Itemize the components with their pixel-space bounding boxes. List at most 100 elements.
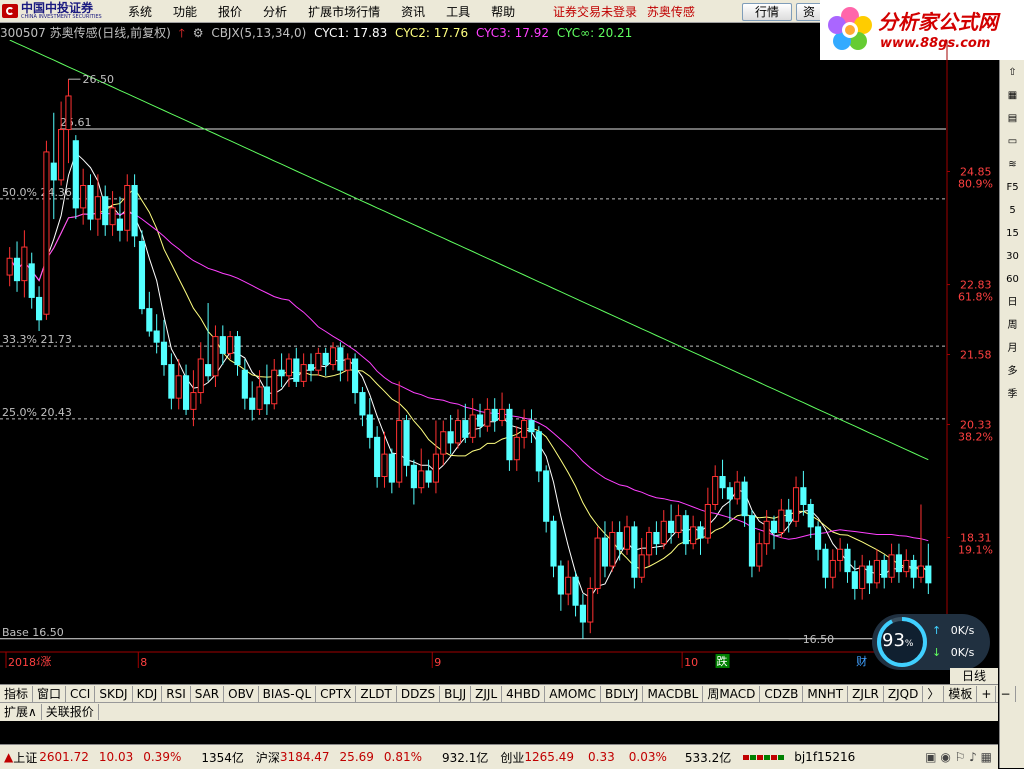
indicator-tab[interactable]: ZLDT [356,686,397,702]
toolbar-button[interactable]: 30 [1002,246,1024,267]
stock-code-title[interactable]: 300507 苏奥传感(日线,前复权) [0,26,171,40]
indicator-tab[interactable]: ZJLR [848,686,884,702]
candle-body [594,537,601,589]
candle-body [227,336,234,354]
gauge-up: ↑ 0K/s [932,624,974,637]
x-tick-label: 9 [434,656,441,668]
extension-tabs: 扩展∧ 关联报价 [0,702,998,721]
indicator-tab[interactable]: DDZS [397,686,441,702]
toolbar-button[interactable]: 5 [1002,200,1024,221]
indicator-tab[interactable]: 周MACD [703,686,761,702]
candle-body [866,565,873,584]
extension-tab[interactable]: 扩展∧ [0,704,42,720]
quote-button[interactable]: 行情 [742,3,792,21]
toolbar-button[interactable]: 60 [1002,269,1024,290]
menu-item[interactable]: 扩展市场行情 [308,3,380,20]
cyc3-value: CYC3: 17.92 [475,26,550,40]
indicator-tab[interactable]: CDZB [760,686,804,702]
toolbar-button[interactable]: F5 [1002,177,1024,198]
toolbar-button[interactable]: ▦ [1002,85,1024,106]
indicator-tab[interactable]: 4HBD [502,686,546,702]
menu-item[interactable]: 工具 [446,3,470,20]
level-label: Base 16.50 [2,626,64,639]
candle-body [859,565,866,589]
candle-body [535,431,542,472]
indicator-tab[interactable]: BDLYJ [601,686,644,702]
menu-item[interactable]: 报价 [218,3,242,20]
hs-pct: 0.81% [383,750,423,764]
indicator-tab[interactable]: 窗口 [33,686,67,702]
candle-body [469,414,476,438]
toolbar-button[interactable]: 月 [1002,338,1024,359]
info-button[interactable]: 资 [796,3,822,21]
indicator-tab[interactable]: 指标 [0,686,34,702]
toolbar-button[interactable]: ▭ [1002,131,1024,152]
period-label[interactable]: 日线 [950,668,998,684]
candle-body [712,476,719,505]
indicator-settings-icon[interactable]: ⚙ [193,26,204,40]
menu-item[interactable]: 分析 [263,3,287,20]
candle-body [491,408,498,422]
cy-value: 1265.49 [524,750,575,764]
candle-body [521,420,528,438]
hs-amount: 932.1亿 [442,750,489,765]
menu-item[interactable]: 帮助 [491,3,515,20]
indicator-tab[interactable]: − [996,686,1016,702]
indicator-tab[interactable]: + [977,686,997,702]
indicator-tab[interactable]: ZJQD [884,686,924,702]
stock-name-label: 苏奥传感 [646,5,695,19]
toolbar-button[interactable]: 日 [1002,292,1024,313]
toolbar-button[interactable]: 季 [1002,384,1024,405]
indicator-tab[interactable]: KDJ [133,686,163,702]
indicator-tab[interactable]: MNHT [803,686,849,702]
cy-change: 0.33 [588,750,615,764]
indicator-tab[interactable]: SAR [191,686,225,702]
indicator-tab[interactable]: BLJJ [440,686,472,702]
hs-label[interactable]: 沪深 [256,749,280,766]
candle-body [249,397,256,410]
indicator-tab[interactable]: ZJJL [471,686,503,702]
login-status[interactable]: 证券交易未登录 苏奥传感 [553,3,695,20]
menu-item[interactable]: 系统 [128,3,152,20]
candle-body [734,481,741,500]
candle-body [763,520,770,545]
toolbar-button[interactable]: ▤ [1002,108,1024,129]
cyc2-value: CYC2: 17.76 [395,26,469,40]
cy-label[interactable]: 创业 [500,749,524,766]
kline-chart[interactable]: 25.61 50.0% 24.36 33.3% 21.73 25.0% 20.43 Ba… [0,39,1000,669]
candle-body [601,537,609,567]
indicator-tab[interactable]: 模板 [944,686,978,702]
candle-body [359,392,366,416]
indicator-tab[interactable]: RSI [162,686,191,702]
extension-tab[interactable]: 关联报价 [42,704,99,720]
indicator-tab[interactable]: AMOMC [545,686,602,702]
indicator-tab[interactable]: 〉 [923,686,945,702]
indicator-tab[interactable]: CCI [66,686,96,702]
menu-item[interactable]: 功能 [173,3,197,20]
broker-logo-text: 中国中投证券 [21,0,94,15]
upload-arrow-icon: ↑ [932,624,942,637]
indicator-tab[interactable]: MACDBL [643,686,704,702]
indicator-tab[interactable]: BIAS-QL [259,686,317,702]
sh-label[interactable]: 上证 [13,749,37,766]
series-line-cyc∞ [9,39,929,461]
toolbar-button[interactable]: ⇧ [1002,62,1024,83]
indicator-name[interactable]: CBJX(5,13,34,0) [211,26,306,40]
candle-body [293,358,300,382]
indicator-tab[interactable]: OBV [224,686,259,702]
candle-body [748,515,756,567]
candle-body [307,364,315,371]
candle-body [94,196,101,220]
candle-body [109,207,116,226]
y-tick-pct: 80.9% [958,178,993,191]
network-gauge[interactable]: 93% ↑ 0K/s ↓ 0K/s [872,614,990,670]
menu-item[interactable]: 资讯 [401,3,425,20]
toolbar-button[interactable]: 周 [1002,315,1024,336]
kline-chart-svg[interactable]: 25.61 50.0% 24.36 33.3% 21.73 25.0% 20.43 Ba… [0,39,1000,669]
toolbar-button[interactable]: ≋ [1002,154,1024,175]
candle-body [484,408,491,427]
toolbar-button[interactable]: 多 [1002,361,1024,382]
toolbar-button[interactable]: 15 [1002,223,1024,244]
indicator-tab[interactable]: SKDJ [95,686,133,702]
indicator-tab[interactable]: CPTX [316,686,357,702]
